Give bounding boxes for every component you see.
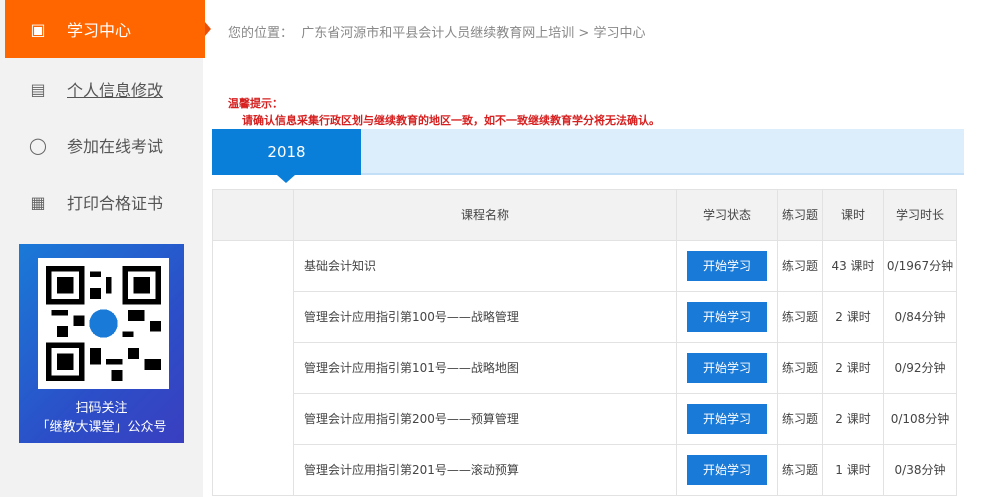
table-row: 管理会计应用指引第201号——滚动预算 开始学习 练习题 1 课时 0/38分钟	[213, 444, 957, 496]
header-blank	[212, 189, 294, 241]
row-group-cell	[212, 240, 294, 496]
table-header: 课程名称 学习状态 练习题 课时 学习时长	[212, 189, 957, 241]
course-name: 管理会计应用指引第101号——战略地图	[293, 342, 677, 394]
sidebar-item-label: 打印合格证书	[67, 194, 164, 213]
status-cell: 开始学习	[676, 342, 778, 394]
notice-title: 温馨提示：	[228, 97, 283, 110]
course-hours: 2 课时	[822, 393, 884, 445]
notice: 温馨提示： 请确认信息采集行政区划与继续教育的地区一致，如不一致继续教育学分将无…	[228, 95, 660, 129]
practice-link[interactable]: 练习题	[777, 393, 823, 445]
start-study-button[interactable]: 开始学习	[687, 404, 767, 434]
study-duration: 0/38分钟	[883, 444, 957, 496]
calendar-icon: ▦	[30, 192, 46, 212]
status-cell: 开始学习	[676, 240, 778, 292]
study-duration: 0/92分钟	[883, 342, 957, 394]
breadcrumb-path: 广东省河源市和平县会计人员继续教育网上培训 > 学习中心	[301, 26, 646, 41]
course-hours: 1 课时	[822, 444, 884, 496]
course-name: 管理会计应用指引第200号——预算管理	[293, 393, 677, 445]
notice-text: 请确认信息采集行政区划与继续教育的地区一致，如不一致继续教育学分将无法确认。	[242, 114, 660, 127]
table-row: 基础会计知识 开始学习 练习题 43 课时 0/1967分钟	[212, 240, 957, 496]
table-row: 管理会计应用指引第100号——战略管理 开始学习 练习题 2 课时 0/84分钟	[213, 291, 957, 343]
header-duration: 学习时长	[883, 189, 957, 241]
course-hours: 2 课时	[822, 342, 884, 394]
practice-link[interactable]: 练习题	[777, 240, 823, 292]
calendar-card-icon: ▤	[30, 79, 46, 99]
sidebar-item-study-center[interactable]: ▣ 学习中心	[5, 0, 211, 58]
status-cell: 开始学习	[676, 393, 778, 445]
practice-link[interactable]: 练习题	[777, 444, 823, 496]
status-cell: 开始学习	[676, 444, 778, 496]
qr-caption: 扫码关注	[75, 401, 128, 416]
sidebar-item-label: 个人信息修改	[67, 81, 164, 100]
breadcrumb: 您的位置： 广东省河源市和平县会计人员继续教育网上培训 > 学习中心	[228, 22, 645, 41]
header-course-name: 课程名称	[293, 189, 677, 241]
header-practice: 练习题	[777, 189, 823, 241]
sidebar: ▣ 学习中心 ▤ 个人信息修改 ◯ 参加在线考试 ▦ 打印合格证书 扫码关注 「…	[0, 0, 211, 497]
user-icon: ◯	[29, 135, 47, 155]
sidebar-item-online-exam[interactable]: ◯ 参加在线考试	[5, 116, 203, 174]
sidebar-item-edit-profile[interactable]: ▤ 个人信息修改	[5, 60, 203, 118]
start-study-button[interactable]: 开始学习	[687, 455, 767, 485]
course-table: 课程名称 学习状态 练习题 课时 学习时长 基础会计知识 开始学习 练习题 43…	[212, 189, 957, 496]
qr-caption-account: 「继教大课堂」公众号	[36, 420, 167, 435]
practice-link[interactable]: 练习题	[777, 291, 823, 343]
start-study-button[interactable]: 开始学习	[687, 353, 767, 383]
status-cell: 开始学习	[676, 291, 778, 343]
course-hours: 2 课时	[822, 291, 884, 343]
study-duration: 0/84分钟	[883, 291, 957, 343]
course-hours: 43 课时	[822, 240, 884, 292]
sidebar-item-label: 学习中心	[67, 21, 132, 40]
study-duration: 0/1967分钟	[883, 240, 957, 292]
start-study-button[interactable]: 开始学习	[687, 302, 767, 332]
qr-card: 扫码关注 「继教大课堂」公众号	[19, 244, 184, 443]
start-study-button[interactable]: 开始学习	[687, 251, 767, 281]
table-row: 管理会计应用指引第200号——预算管理 开始学习 练习题 2 课时 0/108分…	[213, 393, 957, 445]
sidebar-item-print-certificate[interactable]: ▦ 打印合格证书	[5, 173, 203, 231]
practice-link[interactable]: 练习题	[777, 342, 823, 394]
breadcrumb-prefix: 您的位置：	[228, 26, 294, 41]
course-name: 基础会计知识	[293, 240, 677, 292]
course-name: 管理会计应用指引第100号——战略管理	[293, 291, 677, 343]
header-status: 学习状态	[676, 189, 778, 241]
header-hours: 课时	[822, 189, 884, 241]
lock-icon: ▣	[30, 19, 46, 39]
tab-year-2018[interactable]: 2018	[212, 129, 361, 183]
year-tabs: 2018	[212, 129, 964, 183]
qr-code-icon	[38, 258, 169, 389]
study-duration: 0/108分钟	[883, 393, 957, 445]
sidebar-item-label: 参加在线考试	[67, 137, 164, 156]
course-name: 管理会计应用指引第201号——滚动预算	[293, 444, 677, 496]
table-row: 管理会计应用指引第101号——战略地图 开始学习 练习题 2 课时 0/92分钟	[213, 342, 957, 394]
